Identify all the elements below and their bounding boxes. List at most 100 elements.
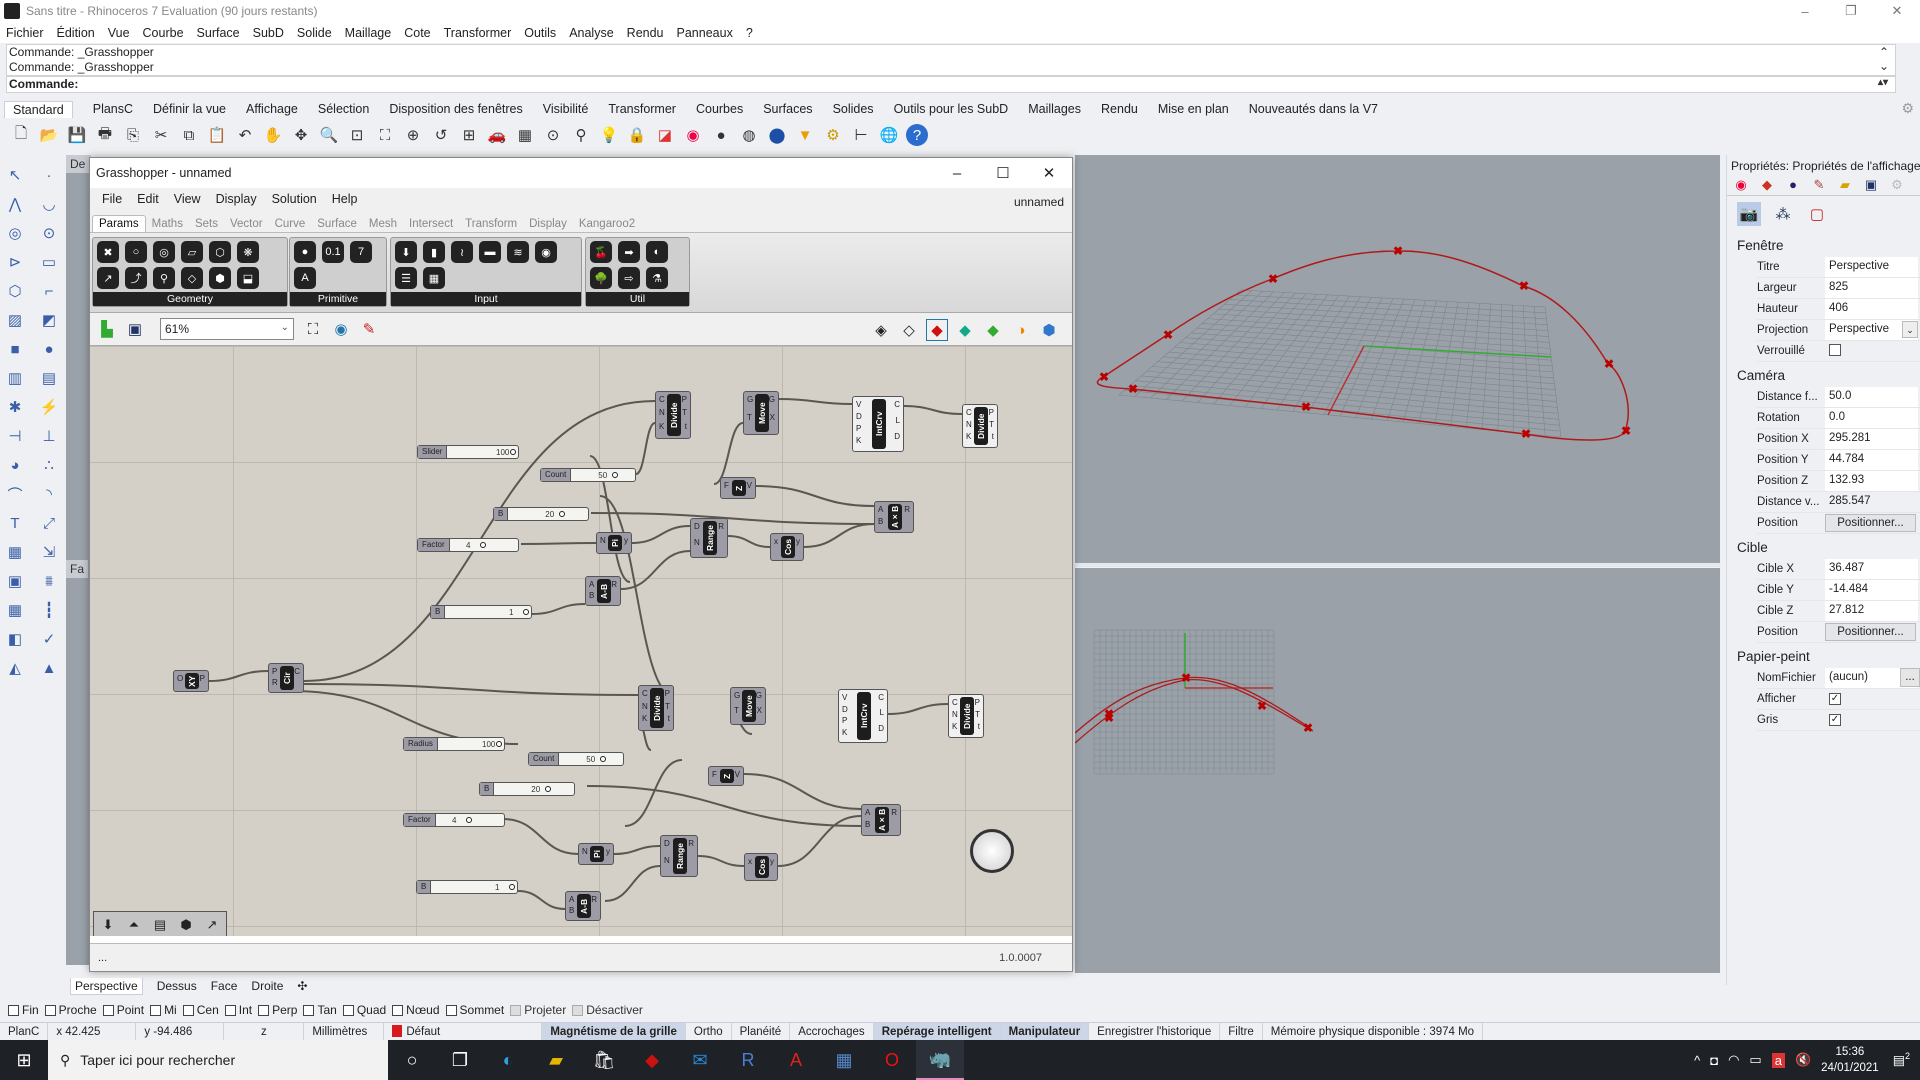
status-toggle[interactable]: Manipulateur: [1000, 1022, 1090, 1041]
component-icon[interactable]: ○: [125, 241, 147, 263]
slider-handle[interactable]: [545, 786, 552, 792]
number-slider[interactable]: B 20: [493, 507, 589, 521]
gh-component-a-b[interactable]: A-B A B R: [565, 891, 601, 921]
taskbar-search[interactable]: ⚲ Taper ici pour rechercher: [48, 1040, 388, 1080]
color-wheel-icon[interactable]: ◉: [1733, 177, 1749, 193]
input-pin[interactable]: C: [642, 689, 648, 698]
control-point-marker[interactable]: ✖: [1301, 400, 1311, 414]
toolbar-tab[interactable]: Transformer: [608, 102, 676, 116]
gh-tab[interactable]: Intersect: [403, 216, 459, 232]
slider-handle[interactable]: [559, 511, 566, 517]
component-icon[interactable]: ⬇: [395, 241, 417, 263]
gh-component-xy[interactable]: XY O P: [173, 670, 209, 692]
revit-icon[interactable]: R: [724, 1040, 772, 1080]
cylinder-icon[interactable]: ▥: [4, 368, 26, 388]
rendered-icon[interactable]: ◍: [738, 124, 760, 146]
output-pin[interactable]: R: [611, 580, 617, 589]
mesh-icon[interactable]: ▤: [38, 368, 60, 388]
grid-array-icon[interactable]: ▦: [4, 600, 26, 620]
input-pin[interactable]: D: [856, 412, 862, 421]
grid-icon[interactable]: ▦: [514, 124, 536, 146]
output-pin[interactable]: y: [624, 536, 628, 545]
component-icon[interactable]: ⇨: [618, 267, 640, 289]
viewport-layout-icon[interactable]: ⊞: [458, 124, 480, 146]
output-pin[interactable]: t: [668, 714, 670, 723]
target-y-field[interactable]: -14.484: [1825, 580, 1918, 600]
toolbar-tab[interactable]: Solides: [833, 102, 874, 116]
input-pin[interactable]: T: [734, 706, 739, 715]
input-pin[interactable]: A: [569, 895, 574, 904]
osnap-sommet[interactable]: Sommet: [445, 1003, 504, 1017]
number-slider[interactable]: B1: [430, 605, 532, 619]
ellipse-icon[interactable]: ⊙: [38, 223, 60, 243]
units[interactable]: Millimètres: [304, 1022, 385, 1041]
output-pin[interactable]: L: [880, 708, 884, 717]
zoom-extents-icon[interactable]: ⛶: [374, 124, 396, 146]
shapes-icon[interactable]: ◭: [4, 658, 26, 678]
target-position-button[interactable]: Positionner...: [1825, 623, 1916, 641]
input-pin[interactable]: B: [865, 820, 870, 829]
slider-handle[interactable]: [509, 884, 515, 890]
gh-menu-item[interactable]: Edit: [137, 192, 159, 206]
opera-icon[interactable]: O: [868, 1040, 916, 1080]
projection-select[interactable]: Perspective ⌄: [1825, 320, 1918, 340]
checkbox[interactable]: [572, 1004, 584, 1016]
camera-position-button[interactable]: Positionner...: [1825, 514, 1916, 532]
store-icon[interactable]: 🛍: [580, 1040, 628, 1080]
component-icon[interactable]: ➡: [618, 241, 640, 263]
boolean-icon[interactable]: ✱: [4, 397, 26, 417]
input-pin[interactable]: R: [272, 678, 278, 687]
number-slider[interactable]: Factor 4: [417, 538, 519, 552]
input-pin[interactable]: x: [748, 857, 752, 866]
select-arrow-icon[interactable]: ↖: [4, 165, 26, 185]
control-point-marker[interactable]: ✖: [1521, 427, 1531, 441]
close-button[interactable]: ✕: [1874, 0, 1920, 22]
command-input[interactable]: Commande: ▴▾: [6, 76, 1896, 93]
save-file-icon[interactable]: ▣: [124, 318, 146, 340]
afficher-checkbox[interactable]: ✓: [1829, 693, 1841, 705]
osnap-point[interactable]: Point: [102, 1003, 144, 1017]
control-point-marker[interactable]: ✖: [1393, 244, 1403, 258]
new-icon[interactable]: 🗋: [10, 124, 32, 146]
menu-item[interactable]: Outils: [524, 26, 556, 40]
osnap-fin[interactable]: Fin: [8, 1003, 39, 1017]
output-pin[interactable]: R: [591, 895, 597, 904]
arc-icon[interactable]: ⊳: [4, 252, 26, 272]
component-icon[interactable]: ▮: [423, 241, 445, 263]
number-slider[interactable]: B1: [416, 880, 518, 894]
titre-field[interactable]: Perspective: [1825, 257, 1918, 277]
menu-item[interactable]: SubD: [253, 26, 284, 40]
gh-component-z[interactable]: ZF V: [708, 766, 744, 786]
status-toggle[interactable]: Repérage intelligent: [873, 1022, 1001, 1041]
input-pin[interactable]: D: [842, 705, 848, 714]
light-icon[interactable]: 💡: [598, 124, 620, 146]
gh-tab[interactable]: Maths: [146, 216, 189, 232]
antivirus-icon[interactable]: a: [1771, 1052, 1785, 1068]
toolbar-tab[interactable]: Sélection: [318, 102, 369, 116]
browse-button[interactable]: ...: [1900, 668, 1920, 687]
scale-icon[interactable]: ⤢: [38, 513, 60, 533]
output-pin[interactable]: R: [688, 839, 694, 848]
viewport-label-top[interactable]: De: [66, 155, 91, 173]
component-icon[interactable]: ✖: [97, 241, 119, 263]
polyline-icon[interactable]: ⋀: [4, 194, 26, 214]
control-point-marker[interactable]: ✖: [1268, 272, 1278, 286]
toolbar-tab[interactable]: Mise en plan: [1158, 102, 1229, 116]
component-icon[interactable]: 7: [350, 241, 372, 263]
volume-muted-icon[interactable]: 🔇: [1795, 1052, 1811, 1068]
gh-menu-item[interactable]: Help: [332, 192, 358, 206]
analysis-icon[interactable]: ◧: [4, 629, 26, 649]
camera-icon[interactable]: 📷: [1737, 202, 1761, 226]
input-pin[interactable]: N: [600, 536, 606, 545]
color-wheel-icon[interactable]: ◉: [682, 124, 704, 146]
component-icon[interactable]: ●: [294, 241, 316, 263]
component-icon[interactable]: ⬡: [209, 241, 231, 263]
bake-icon[interactable]: ⬇: [98, 915, 118, 935]
component-icon[interactable]: ≋: [507, 241, 529, 263]
cut-icon[interactable]: ✂: [150, 124, 172, 146]
viewport-strip[interactable]: De Fa: [66, 155, 91, 965]
layer-icon[interactable]: ◪: [654, 124, 676, 146]
slider-handle[interactable]: [600, 756, 607, 762]
toolbar-tab[interactable]: Définir la vue: [153, 102, 226, 116]
output-pin[interactable]: t: [992, 432, 994, 441]
